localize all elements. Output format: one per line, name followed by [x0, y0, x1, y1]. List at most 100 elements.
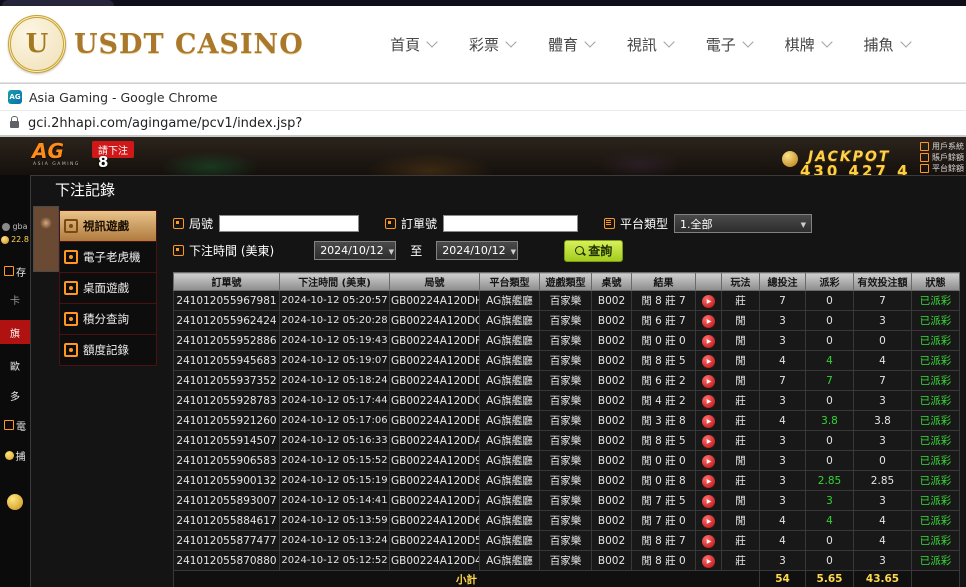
rail-hall-label: 捕 [16, 448, 26, 463]
time-cell: 2024-10-12 05:15:19 [280, 471, 390, 491]
rail-hall-fishing[interactable]: 捕 [0, 444, 30, 466]
menu-item-quota-records[interactable]: 額度記錄 [59, 335, 157, 366]
replay-button[interactable]: ▶ [702, 555, 715, 568]
menu-label: 積分查詢 [83, 311, 129, 327]
game-type-cell: 百家樂 [540, 331, 592, 351]
ag-page: AG ASIA GAMING 請下注 8 JACKPOT 430 427 4 用… [0, 137, 966, 587]
replay-button[interactable]: ▶ [702, 515, 715, 528]
replay-button[interactable]: ▶ [702, 315, 715, 328]
rail-hall-flagship[interactable]: 旗 [0, 320, 30, 344]
round-cell: GB00224A120DD [390, 371, 480, 391]
nav-item-slots[interactable]: 電子 [706, 34, 752, 55]
order-cell: 241012055937352 [174, 371, 280, 391]
play-cell: 閒 [722, 511, 760, 531]
replay-button[interactable]: ▶ [702, 375, 715, 388]
account-balance-link[interactable]: 賬戶餘額 [920, 152, 964, 163]
replay-cell: ▶ [696, 431, 722, 451]
menu-square-icon [920, 164, 929, 173]
replay-button[interactable]: ▶ [702, 495, 715, 508]
time-cell: 2024-10-12 05:13:59 [280, 511, 390, 531]
replay-button[interactable]: ▶ [702, 535, 715, 548]
bet-cell: 7 [760, 371, 806, 391]
replay-button[interactable]: ▶ [702, 295, 715, 308]
menu-item-slots[interactable]: 電子老虎機 [59, 242, 157, 273]
ag-logo-subtext: ASIA GAMING [33, 162, 80, 167]
url-text[interactable]: gci.2hhapi.com/agingame/pcv1/index.jsp? [28, 116, 302, 131]
order-cell: 241012055928783 [174, 391, 280, 411]
round-cell: GB00224A120D9 [390, 451, 480, 471]
user-system-label: 用戶系統 [932, 141, 964, 152]
round-cell: GB00224A120DF [390, 331, 480, 351]
search-button[interactable]: 查詢 [564, 240, 623, 262]
replay-button[interactable]: ▶ [702, 395, 715, 408]
menu-item-points-query[interactable]: 積分查詢 [59, 304, 157, 335]
browser-tab[interactable] [2, 0, 114, 6]
page-title: 下注記錄 [31, 176, 966, 202]
table-row: 2410120559624242024-10-12 05:20:28GB0022… [174, 311, 960, 331]
replay-button[interactable]: ▶ [702, 455, 715, 468]
replay-button[interactable]: ▶ [702, 435, 715, 448]
order-number-input[interactable] [443, 215, 578, 232]
menu-square-icon [920, 142, 929, 151]
table-row: 2410120559065832024-10-12 05:15:52GB0022… [174, 451, 960, 471]
nav-label: 棋牌 [785, 34, 815, 55]
round-number-input[interactable] [219, 215, 359, 232]
nav-item-lottery[interactable]: 彩票 [469, 34, 515, 55]
platform-type-value: 1.全部 [680, 216, 713, 232]
nav-item-fishing[interactable]: 捕魚 [864, 34, 910, 55]
user-system-link[interactable]: 用戶系統 [920, 141, 964, 152]
screen: U USDT CASINO 首頁 彩票 體育 視訊 電子 [0, 0, 966, 587]
payout-cell: 0 [806, 451, 854, 471]
order-cell: 241012055921260 [174, 411, 280, 431]
header-result: 結果 [632, 273, 696, 291]
rail-card[interactable]: 卡 [0, 288, 30, 310]
replay-button[interactable]: ▶ [702, 475, 715, 488]
platform-type-filter: 平台類型 1.全部 [604, 214, 812, 233]
valid-bet-cell: 3 [854, 311, 912, 331]
chevron-down-icon [821, 36, 832, 47]
chrome-titlebar[interactable]: AG Asia Gaming - Google Chrome [0, 83, 966, 111]
valid-bet-cell: 4 [854, 511, 912, 531]
header-status: 狀態 [912, 273, 960, 291]
nav-item-home[interactable]: 首頁 [390, 34, 436, 55]
valid-bet-cell: 4 [854, 351, 912, 371]
chrome-addressbar[interactable]: gci.2hhapi.com/agingame/pcv1/index.jsp? [0, 111, 966, 137]
table-games-icon [64, 281, 78, 295]
rail-card-label: 卡 [10, 292, 20, 307]
menu-item-live-games[interactable]: 視訊遊戲 [59, 210, 157, 242]
rail-deposit[interactable]: 存 [0, 260, 30, 282]
result-cell: 閒 7 莊 5 [632, 491, 696, 511]
records-table-body: 2410120559679812024-10-12 05:20:57GB0022… [174, 291, 960, 571]
date-from-select[interactable]: 2024/10/12 [314, 241, 396, 260]
game-type-cell: 百家樂 [540, 391, 592, 411]
platform-cell: AG旗艦廳 [480, 371, 540, 391]
nav-item-cards[interactable]: 棋牌 [785, 34, 831, 55]
result-cell: 閒 7 莊 0 [632, 511, 696, 531]
valid-bet-cell: 4 [854, 531, 912, 551]
nav-item-sports[interactable]: 體育 [548, 34, 594, 55]
rail-hall-multi[interactable]: 多 [0, 384, 30, 406]
replay-button[interactable]: ▶ [702, 355, 715, 368]
table-row: 2410120559287832024-10-12 05:17:44GB0022… [174, 391, 960, 411]
play-cell: 莊 [722, 531, 760, 551]
nav-item-live[interactable]: 視訊 [627, 34, 673, 55]
casino-logo[interactable]: U USDT CASINO [8, 15, 304, 73]
platform-balance-link[interactable]: 平台餘額 [920, 163, 964, 174]
search-button-label: 查詢 [588, 242, 612, 259]
lock-icon[interactable] [10, 121, 19, 128]
play-cell: 閒 [722, 491, 760, 511]
replay-button[interactable]: ▶ [702, 335, 715, 348]
gamepad-icon [4, 420, 14, 430]
platform-type-select[interactable]: 1.全部 [674, 214, 812, 233]
date-to-select[interactable]: 2024/10/12 [436, 241, 518, 260]
replay-button[interactable]: ▶ [702, 415, 715, 428]
play-cell: 閒 [722, 331, 760, 351]
header-time: 下注時間 (美東) [280, 273, 390, 291]
replay-cell: ▶ [696, 291, 722, 311]
rail-balance: 22.8 [0, 233, 30, 246]
valid-bet-cell: 0 [854, 331, 912, 351]
rail-hall-egame[interactable]: 電 [0, 414, 30, 436]
rail-hall-europe[interactable]: 歐 [0, 354, 30, 376]
round-cell: GB00224A120D6 [390, 511, 480, 531]
menu-item-table-games[interactable]: 桌面遊戲 [59, 273, 157, 304]
